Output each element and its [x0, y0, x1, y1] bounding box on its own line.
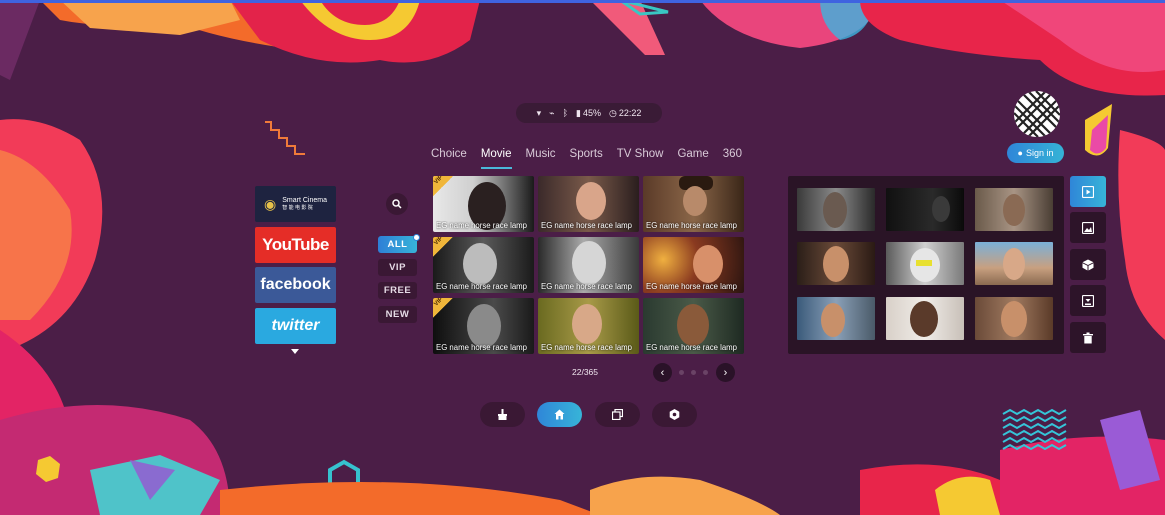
twitter-tile[interactable]: twitter	[255, 307, 336, 344]
search-icon	[392, 199, 402, 209]
page-dot[interactable]	[691, 370, 696, 375]
movie-card[interactable]: EG name horse race lamp	[538, 298, 639, 354]
movie-card[interactable]: EG name horse race lamp	[538, 176, 639, 232]
prev-page-button[interactable]: ‹	[653, 363, 672, 382]
movie-card[interactable]: EG name horse race lamp	[643, 298, 744, 354]
movie-caption: EG name horse race lamp	[646, 343, 738, 352]
usb-icon: ⌁	[549, 107, 555, 118]
vip-badge: VIP	[433, 298, 453, 318]
settings-icon	[669, 409, 680, 420]
page-dot[interactable]	[679, 370, 684, 375]
images-button[interactable]	[1070, 212, 1106, 243]
delete-button[interactable]	[1070, 322, 1106, 353]
filter-all[interactable]: ALL	[378, 236, 417, 253]
brand-logo	[1014, 91, 1060, 137]
category-tabs: Choice Movie Music Sports TV Show Game 3…	[424, 146, 749, 169]
downloads-button[interactable]	[1070, 285, 1106, 316]
battery-icon: ▮	[576, 107, 581, 118]
movie-card[interactable]: VIP EG name horse race lamp	[433, 176, 534, 232]
sign-in-label: Sign in	[1025, 148, 1054, 158]
vip-badge: VIP	[433, 237, 453, 257]
top-accent-line	[0, 0, 1165, 3]
chevron-right-icon: ›	[723, 366, 728, 379]
filter-selected-indicator	[413, 234, 420, 241]
cube-icon	[1082, 259, 1094, 270]
clock-time: 22:22	[618, 108, 642, 118]
movie-caption: EG name horse race lamp	[541, 282, 633, 291]
nav-settings-button[interactable]	[652, 402, 697, 427]
more-apps-arrow-icon[interactable]	[291, 349, 299, 354]
tab-sports[interactable]: Sports	[563, 146, 610, 166]
eye-logo-icon: ◉	[264, 195, 277, 212]
media-thumb[interactable]	[797, 188, 875, 231]
movie-card[interactable]: EG name horse race lamp	[643, 176, 744, 232]
logo-stripes	[1014, 91, 1060, 137]
home-icon	[554, 409, 565, 420]
sign-in-button[interactable]: ● Sign in	[1007, 143, 1064, 163]
clock-icon: ◷	[608, 107, 617, 118]
smart-cinema-sub: 智 能 电 影 院	[282, 205, 313, 212]
gallery-icon	[612, 409, 623, 420]
media-thumb[interactable]	[975, 188, 1053, 231]
tab-movie[interactable]: Movie	[474, 146, 519, 169]
tab-game[interactable]: Game	[670, 146, 715, 166]
smart-cinema-tile[interactable]: ◉ Smart Cinema 智 能 电 影 院	[255, 186, 336, 222]
app-shortcuts: ◉ Smart Cinema 智 能 电 影 院 YouTube faceboo…	[255, 186, 336, 348]
movie-caption: EG name horse race lamp	[436, 221, 528, 230]
movie-caption: EG name horse race lamp	[436, 343, 528, 352]
videos-button[interactable]	[1070, 176, 1106, 207]
movie-card[interactable]: EG name horse race lamp	[643, 237, 744, 293]
movie-card[interactable]: VIP EG name horse race lamp	[433, 237, 534, 293]
filter-new[interactable]: NEW	[378, 306, 417, 323]
3d-models-button[interactable]	[1070, 249, 1106, 280]
tab-tv-show[interactable]: TV Show	[610, 146, 671, 166]
media-thumb[interactable]	[886, 242, 964, 285]
page-counter: 22/365	[572, 367, 598, 377]
movie-caption: EG name horse race lamp	[646, 282, 738, 291]
tab-choice[interactable]: Choice	[424, 146, 474, 166]
bluetooth-icon: ᛒ	[562, 108, 568, 118]
movie-card[interactable]: VIP EG name horse race lamp	[433, 298, 534, 354]
movie-caption: EG name horse race lamp	[436, 282, 528, 291]
wifi-icon: ▾	[536, 107, 542, 118]
nav-home-button[interactable]	[537, 402, 582, 427]
movie-caption: EG name horse race lamp	[646, 221, 738, 230]
user-icon: ●	[1017, 148, 1023, 158]
next-page-button[interactable]: ›	[716, 363, 735, 382]
nav-clean-button[interactable]	[480, 402, 525, 427]
chevron-left-icon: ‹	[660, 366, 665, 379]
video-icon	[1082, 185, 1094, 198]
youtube-tile[interactable]: YouTube	[255, 226, 336, 263]
page-dot[interactable]	[703, 370, 708, 375]
nav-gallery-button[interactable]	[595, 402, 640, 427]
image-icon	[1082, 221, 1094, 234]
movie-caption: EG name horse race lamp	[541, 343, 633, 352]
media-thumb[interactable]	[797, 297, 875, 340]
smart-cinema-label: Smart Cinema	[282, 196, 327, 204]
movie-caption: EG name horse race lamp	[541, 221, 633, 230]
media-thumb[interactable]	[886, 188, 964, 231]
trash-icon	[1083, 332, 1093, 343]
tab-music[interactable]: Music	[519, 146, 563, 166]
broom-icon	[498, 409, 507, 420]
media-thumb[interactable]	[975, 297, 1053, 340]
battery-level: 45%	[582, 108, 601, 118]
status-bar: ▾ ⌁ ᛒ ▮ 45% ◷ 22:22	[516, 103, 662, 123]
vip-badge: VIP	[433, 176, 453, 196]
filter-free[interactable]: FREE	[378, 282, 417, 299]
media-thumb[interactable]	[797, 242, 875, 285]
movie-card[interactable]: EG name horse race lamp	[538, 237, 639, 293]
media-thumb[interactable]	[886, 297, 964, 340]
search-button[interactable]	[386, 193, 408, 215]
tab-360[interactable]: 360	[716, 146, 749, 166]
movie-grid: VIP EG name horse race lamp EG name hors…	[433, 176, 745, 354]
media-thumb[interactable]	[975, 242, 1053, 285]
download-icon	[1082, 294, 1094, 307]
filter-vip[interactable]: VIP	[378, 259, 417, 276]
facebook-tile[interactable]: facebook	[255, 267, 336, 303]
